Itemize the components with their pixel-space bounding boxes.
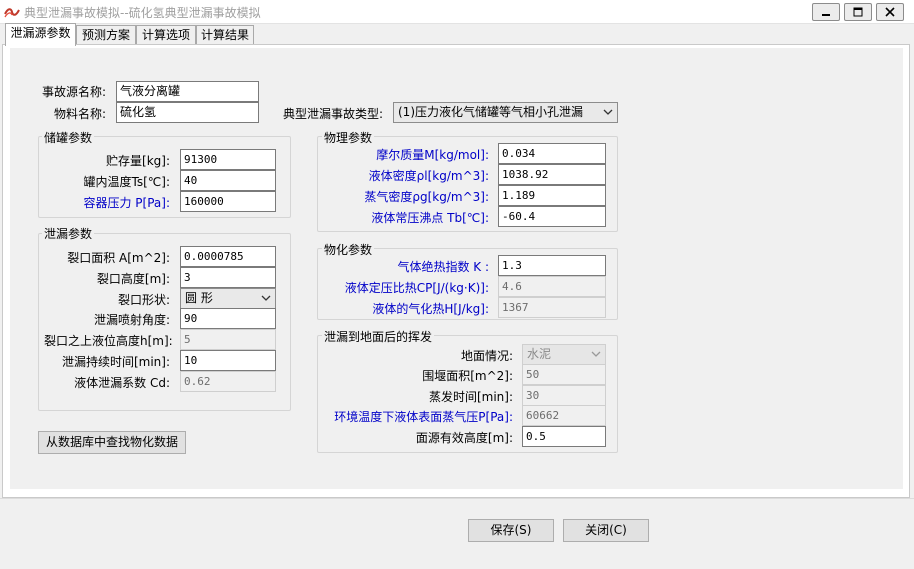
adiabatic-index-field[interactable]: 1.3 bbox=[498, 255, 606, 276]
vaporization-heat-field: 1367 bbox=[498, 297, 606, 318]
chevron-down-icon bbox=[261, 295, 271, 301]
accident-type-select[interactable]: (1)压力液化气储罐等气相小孔泄漏 bbox=[393, 102, 618, 123]
source-height-field[interactable]: 0.5 bbox=[522, 426, 606, 447]
vaporization-heat-label: 液体的气化热H[J/kg]: bbox=[372, 302, 489, 316]
window-title: 典型泄漏事故模拟--硫化氢典型泄漏事故模拟 bbox=[24, 6, 261, 20]
leak-duration-field[interactable]: 10 bbox=[180, 350, 276, 371]
material-name-label: 物料名称: bbox=[54, 107, 107, 121]
close-button[interactable]: 关闭(C) bbox=[563, 519, 649, 542]
tank-temperature-label: 罐内温度Ts[℃]: bbox=[83, 175, 170, 189]
crack-height-label: 裂口高度[m]: bbox=[96, 272, 170, 286]
close-icon bbox=[885, 7, 895, 17]
maximize-icon bbox=[853, 7, 863, 17]
crack-shape-label: 裂口形状: bbox=[117, 293, 170, 307]
liquid-level-field: 5 bbox=[180, 329, 276, 350]
storage-amount-field[interactable]: 91300 bbox=[180, 149, 276, 170]
chevron-down-icon bbox=[603, 109, 613, 115]
boiling-point-field[interactable]: -60.4 bbox=[498, 206, 606, 227]
chemical-params-title: 物化参数 bbox=[322, 241, 375, 258]
tab-leak-source-params[interactable]: 泄漏源参数 bbox=[5, 23, 76, 46]
source-name-label: 事故源名称: bbox=[42, 85, 107, 99]
vapor-density-label: 蒸气密度ρg[kg/m^3]: bbox=[364, 190, 489, 204]
accident-type-value: (1)压力液化气储罐等气相小孔泄漏 bbox=[398, 105, 583, 119]
vapor-pressure-field: 60662 bbox=[522, 405, 606, 426]
source-name-field[interactable]: 气液分离罐 bbox=[116, 81, 259, 102]
molar-mass-label: 摩尔质量M[kg/mol]: bbox=[376, 148, 489, 162]
dike-area-field: 50 bbox=[522, 364, 606, 385]
vapor-density-field[interactable]: 1.189 bbox=[498, 185, 606, 206]
crack-height-field[interactable]: 3 bbox=[180, 267, 276, 288]
ground-condition-label: 地面情况: bbox=[460, 349, 513, 363]
source-height-label: 面源有效高度[m]: bbox=[415, 431, 513, 445]
vessel-pressure-field[interactable]: 160000 bbox=[180, 191, 276, 212]
liquid-level-label: 裂口之上液位高度h[m]: bbox=[44, 334, 173, 348]
leak-duration-label: 泄漏持续时间[min]: bbox=[61, 355, 170, 369]
minimize-button[interactable] bbox=[812, 3, 840, 21]
ground-condition-value: 水泥 bbox=[527, 347, 552, 361]
crack-shape-value: 圆 形 bbox=[185, 291, 213, 305]
dike-area-label: 围堰面积[m^2]: bbox=[422, 369, 513, 383]
ground-condition-select: 水泥 bbox=[522, 344, 606, 365]
jet-angle-field[interactable]: 90 bbox=[180, 308, 276, 329]
tab-calc-options[interactable]: 计算选项 bbox=[136, 25, 196, 45]
specific-heat-field: 4.6 bbox=[498, 276, 606, 297]
liquid-density-label: 液体密度ρl[kg/m^3]: bbox=[368, 169, 489, 183]
tank-temperature-field[interactable]: 40 bbox=[180, 170, 276, 191]
app-logo-icon bbox=[4, 5, 20, 19]
crack-area-label: 裂口面积 A[m^2]: bbox=[67, 251, 170, 265]
maximize-button[interactable] bbox=[844, 3, 872, 21]
molar-mass-field[interactable]: 0.034 bbox=[498, 143, 606, 164]
title-bar: 典型泄漏事故模拟--硫化氢典型泄漏事故模拟 bbox=[0, 0, 914, 24]
evaporation-title: 泄漏到地面后的挥发 bbox=[322, 328, 435, 345]
specific-heat-label: 液体定压比热CP[J/(kg·K)]: bbox=[344, 281, 489, 295]
evaporation-time-label: 蒸发时间[min]: bbox=[428, 390, 513, 404]
crack-area-field[interactable]: 0.0000785 bbox=[180, 246, 276, 267]
footer-divider bbox=[0, 498, 914, 499]
leak-coefficient-label: 液体泄漏系数 Cd: bbox=[74, 376, 170, 390]
jet-angle-label: 泄漏喷射角度: bbox=[93, 313, 170, 327]
tab-calc-results[interactable]: 计算结果 bbox=[196, 25, 254, 45]
lookup-database-button[interactable]: 从数据库中查找物化数据 bbox=[38, 431, 186, 454]
leak-params-title: 泄漏参数 bbox=[42, 225, 95, 242]
material-name-field[interactable]: 硫化氢 bbox=[116, 102, 259, 123]
minimize-icon bbox=[821, 7, 831, 17]
storage-amount-label: 贮存量[kg]: bbox=[106, 154, 170, 168]
adiabatic-index-label: 气体绝热指数 K : bbox=[397, 260, 489, 274]
save-button[interactable]: 保存(S) bbox=[468, 519, 554, 542]
physical-params-title: 物理参数 bbox=[322, 129, 375, 146]
vapor-pressure-label: 环境温度下液体表面蒸气压P[Pa]: bbox=[334, 410, 513, 424]
evaporation-time-field: 30 bbox=[522, 385, 606, 406]
close-window-button[interactable] bbox=[876, 3, 904, 21]
boiling-point-label: 液体常压沸点 Tb[℃]: bbox=[371, 211, 489, 225]
liquid-density-field[interactable]: 1038.92 bbox=[498, 164, 606, 185]
crack-shape-select[interactable]: 圆 形 bbox=[180, 288, 276, 309]
storage-params-title: 储罐参数 bbox=[42, 129, 95, 146]
vessel-pressure-label: 容器压力 P[Pa]: bbox=[83, 196, 170, 210]
tab-prediction-plan[interactable]: 预测方案 bbox=[76, 25, 136, 45]
accident-type-label: 典型泄漏事故类型: bbox=[283, 107, 384, 121]
chevron-down-icon bbox=[591, 351, 601, 357]
leak-coefficient-field: 0.62 bbox=[180, 371, 276, 392]
